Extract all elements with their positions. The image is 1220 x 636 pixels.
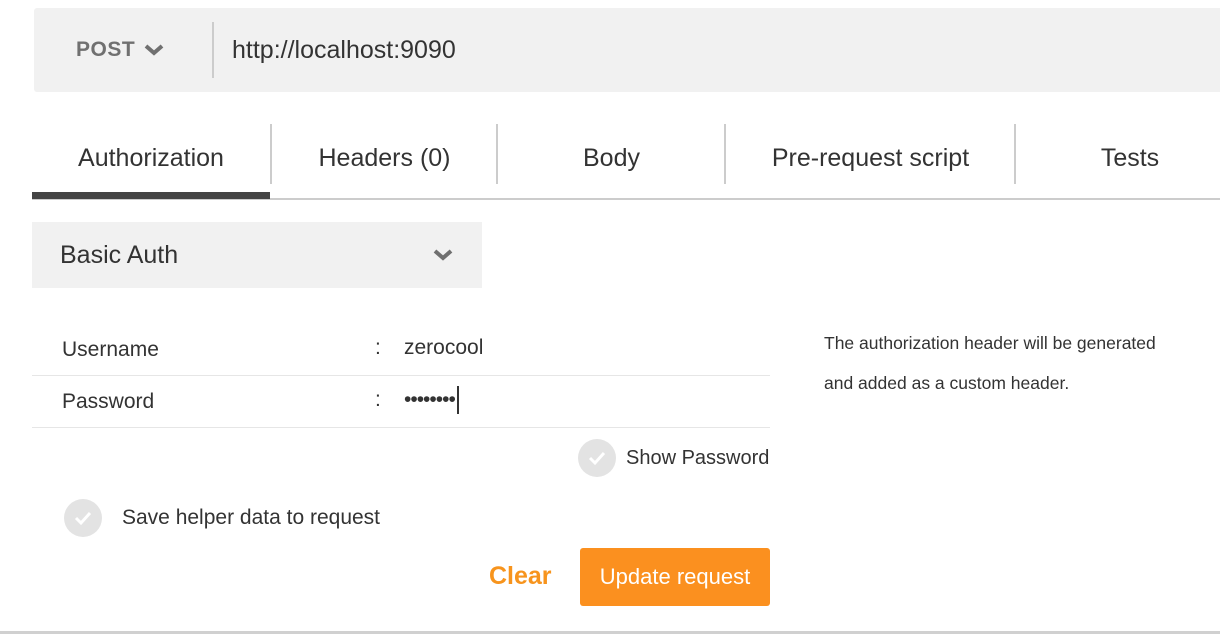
- tab-headers[interactable]: Headers (0): [272, 124, 497, 192]
- tab-authorization[interactable]: Authorization: [32, 124, 270, 192]
- method-dropdown[interactable]: POST: [76, 8, 165, 92]
- clear-button[interactable]: Clear: [489, 562, 552, 591]
- password-input[interactable]: ••••••••: [404, 386, 459, 414]
- show-password-label[interactable]: Show Password: [626, 447, 769, 470]
- method-label: POST: [76, 38, 136, 61]
- help-text-line1: The authorization header will be generat…: [824, 333, 1156, 353]
- check-icon: [588, 451, 606, 466]
- chevron-down-icon: [433, 249, 453, 261]
- row-divider: [32, 427, 770, 428]
- url-bar: POST http://localhost:9090: [34, 8, 1220, 92]
- username-input[interactable]: zerocool: [404, 336, 483, 360]
- chevron-down-icon: [144, 44, 164, 56]
- bottom-divider: [0, 631, 1220, 634]
- password-label: Password: [62, 390, 155, 413]
- auth-type-dropdown[interactable]: Basic Auth: [32, 222, 482, 288]
- separator: :: [375, 388, 381, 411]
- save-helper-checkbox[interactable]: [64, 499, 102, 537]
- update-request-button[interactable]: Update request: [580, 548, 770, 606]
- url-input[interactable]: http://localhost:9090: [232, 8, 456, 92]
- active-tab-indicator: [32, 192, 270, 199]
- tab-tests[interactable]: Tests: [1016, 124, 1220, 192]
- save-helper-label[interactable]: Save helper data to request: [122, 506, 380, 530]
- check-icon: [74, 511, 92, 526]
- tab-body[interactable]: Body: [498, 124, 725, 192]
- auth-type-label: Basic Auth: [60, 240, 179, 269]
- help-text-line2: and added as a custom header.: [824, 373, 1070, 393]
- row-divider: [32, 375, 770, 376]
- tab-pre-request-script[interactable]: Pre-request script: [726, 124, 1015, 192]
- divider: [212, 22, 214, 78]
- show-password-checkbox[interactable]: [578, 439, 616, 477]
- username-label: Username: [62, 338, 159, 361]
- separator: :: [375, 336, 381, 359]
